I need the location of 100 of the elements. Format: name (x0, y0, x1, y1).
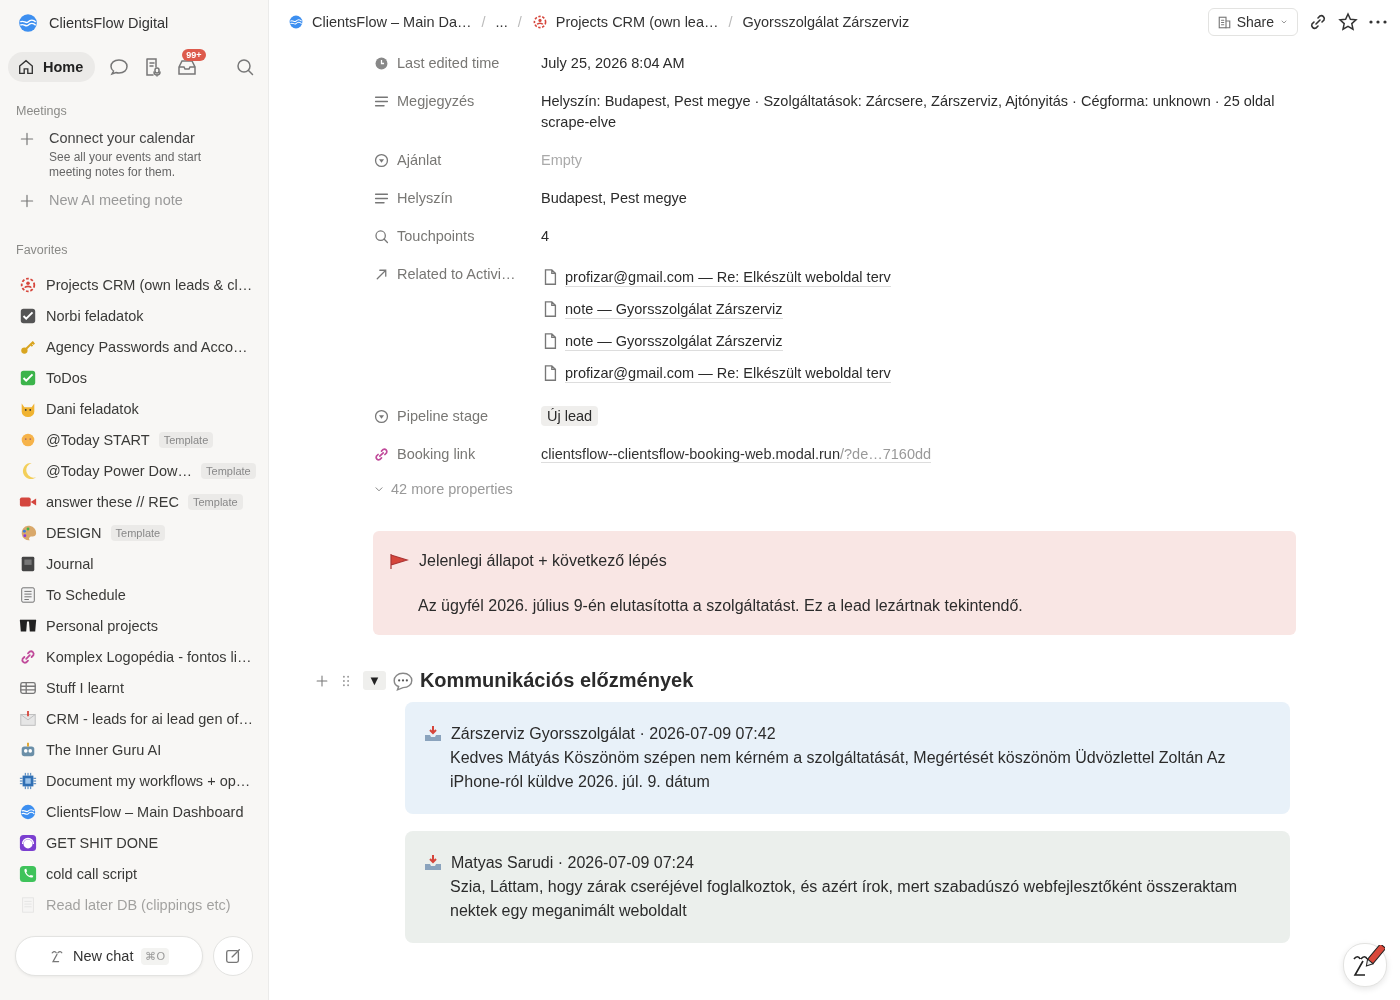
sidebar-item[interactable]: DESIGN (46, 524, 102, 541)
sidebar-item[interactable]: Agency Passwords and Acco… (46, 338, 248, 355)
message-header: Zárszerviz Gyorsszolgálat · 2026-07-09 07:42 (451, 724, 776, 744)
plus-icon (19, 131, 35, 147)
check-icon (19, 368, 37, 387)
breadcrumb-separator: / (728, 14, 733, 30)
breadcrumb-separator: / (481, 14, 486, 30)
property-label[interactable]: Related to Activi… (397, 266, 516, 282)
sidebar-item[interactable]: To Schedule (46, 586, 126, 603)
shortcut-hint: ⌘O (141, 947, 169, 965)
sidebar-item[interactable]: Stuff I learnt (46, 679, 124, 696)
property-value: 4 (541, 228, 550, 244)
plus-icon (315, 673, 329, 688)
notification-badge: 99+ (182, 49, 206, 61)
toggle-button[interactable]: ▼ (363, 671, 386, 690)
message-text: Szia, Láttam, hogy zárak cseréjével foglalkoztok, és azért írok, mert szabadúszó webfejlesztőként összeraktam nektek egy meganimált weboldalt (449, 877, 1239, 921)
sidebar-item[interactable]: @Today Power Dow… (46, 462, 193, 479)
sidebar-item[interactable]: Norbi feladatok (46, 307, 144, 324)
sidebar-item[interactable]: Personal projects (46, 617, 159, 634)
face-icon (49, 948, 65, 964)
sidebar-item[interactable]: CRM - leads for ai lead gen of… (46, 710, 254, 727)
property-label[interactable]: Helyszín (397, 190, 453, 206)
related-page-link[interactable]: profizar@gmail.com — Re: Elkészült weboldal terv (565, 363, 891, 383)
section-heading: Favorites (15, 243, 69, 257)
list-icon (19, 585, 37, 604)
ai-assistant-button[interactable] (1343, 943, 1387, 987)
dropdown-icon (373, 407, 390, 425)
property-value: July 25, 2026 8:04 AM (541, 55, 685, 71)
sidebar-item[interactable]: The Inner Guru AI (46, 741, 162, 758)
property-label[interactable]: Last edited time (397, 55, 500, 71)
building-icon (1216, 14, 1232, 30)
property-label[interactable]: Megjegyzés (397, 93, 475, 109)
property-label[interactable]: Pipeline stage (397, 408, 489, 424)
template-tag: Template (201, 462, 256, 479)
sidebar-item[interactable]: Projects CRM (own leads & cl… (46, 276, 253, 293)
sidebar-item[interactable]: ClientsFlow – Main Dashboard (46, 803, 244, 820)
breadcrumb-link[interactable]: Projects CRM (own lea… (531, 14, 719, 30)
property-label[interactable]: Touchpoints (397, 228, 475, 244)
message-header: Matyas Sarudi · 2026-07-09 07:24 (451, 853, 694, 873)
plus-icon (19, 193, 35, 209)
template-tag: Template (188, 493, 243, 510)
chip-icon (19, 771, 37, 790)
sidebar-item[interactable]: Document my workflows + op… (46, 772, 251, 789)
related-page-link[interactable]: note — Gyorsszolgálat Zárszerviz (565, 299, 783, 319)
share-button[interactable]: Share (1207, 8, 1298, 36)
new-chat-button[interactable]: New chat ⌘O (15, 936, 203, 976)
related-page-link[interactable]: profizar@gmail.com — Re: Elkészült weboldal terv (565, 267, 891, 287)
sidebar-item[interactable]: ToDos (46, 369, 88, 386)
template-tag: Template (110, 524, 166, 541)
link-icon[interactable] (1308, 12, 1328, 32)
star-icon[interactable] (1338, 12, 1358, 32)
flag-icon (389, 551, 409, 571)
inbox-tray-icon (423, 853, 443, 873)
notes-microphone-icon[interactable] (143, 57, 164, 77)
sidebar-item[interactable]: @Today START (46, 431, 150, 448)
sidebar-item[interactable]: GET SHIT DONE (46, 834, 159, 851)
search-icon[interactable] (235, 57, 256, 77)
book-icon (19, 554, 37, 573)
related-page-link[interactable]: note — Gyorsszolgálat Zárszerviz (565, 331, 783, 351)
wave-logo-icon (17, 12, 39, 34)
status-tag: Új lead (541, 406, 599, 426)
target-icon (531, 14, 548, 30)
sidebar-item[interactable]: Komplex Logopédia - fontos li… (46, 648, 252, 665)
connect-calendar-link[interactable]: Connect your calendar (49, 130, 219, 146)
wave-logo-icon (288, 14, 304, 30)
chat-bubble-icon[interactable] (109, 57, 130, 77)
home-icon (17, 58, 35, 76)
property-value: Helyszín: Budapest, Pest megye · Szolgáltatások: Zárcsere, Zárszerviz, Ajtónyitás · Cégforma: unknown · 25 oldal scrape-elve (541, 93, 1275, 130)
property-value: Budapest, Pest megye (541, 190, 687, 206)
phone-icon (19, 864, 37, 883)
calendar-description: See all your events and start meeting notes for them. (49, 150, 203, 180)
breadcrumb-link[interactable]: ClientsFlow – Main Da… (288, 14, 472, 30)
headset-icon (19, 833, 37, 852)
template-tag: Template (158, 431, 214, 448)
compose-icon (224, 947, 242, 965)
breadcrumb-link[interactable]: ... (495, 14, 508, 30)
breadcrumb-separator: / (517, 14, 522, 30)
home-button[interactable]: Home (8, 52, 96, 82)
inbox-icon[interactable] (177, 57, 198, 77)
section-heading: Meetings (15, 104, 68, 118)
envelope-icon (19, 709, 37, 728)
callout-text: Az ügyfél 2026. július 9-én elutasította a szolgáltatást. Ez a lead lezártnak tekintendő. (418, 597, 1024, 615)
section-heading: Kommunikációs előzmények (419, 669, 694, 692)
palette-icon (19, 523, 37, 542)
checkbox-icon (19, 306, 37, 325)
search-icon (373, 227, 390, 245)
property-label[interactable]: Ajánlat (397, 152, 442, 168)
robot-icon (19, 740, 37, 759)
wave-logo-icon (19, 802, 37, 821)
empty-value: Empty (541, 152, 583, 168)
compose-button[interactable] (213, 936, 253, 976)
workspace-name[interactable]: ClientsFlow Digital (49, 15, 169, 31)
link-icon (19, 647, 37, 666)
sidebar-item[interactable]: answer these // REC (46, 493, 179, 510)
sidebar-item[interactable]: cold call script (46, 865, 138, 882)
booking-link[interactable]: clientsflow--clientsflow-booking-web.modal.run/?de…7160dd (541, 446, 932, 463)
property-label[interactable]: Booking link (397, 446, 476, 462)
breadcrumb-link[interactable]: Gyorsszolgálat Zárszerviz (742, 14, 910, 30)
sidebar-item[interactable]: Journal (46, 555, 94, 572)
sidebar-item[interactable]: Dani feladatok (46, 400, 139, 417)
